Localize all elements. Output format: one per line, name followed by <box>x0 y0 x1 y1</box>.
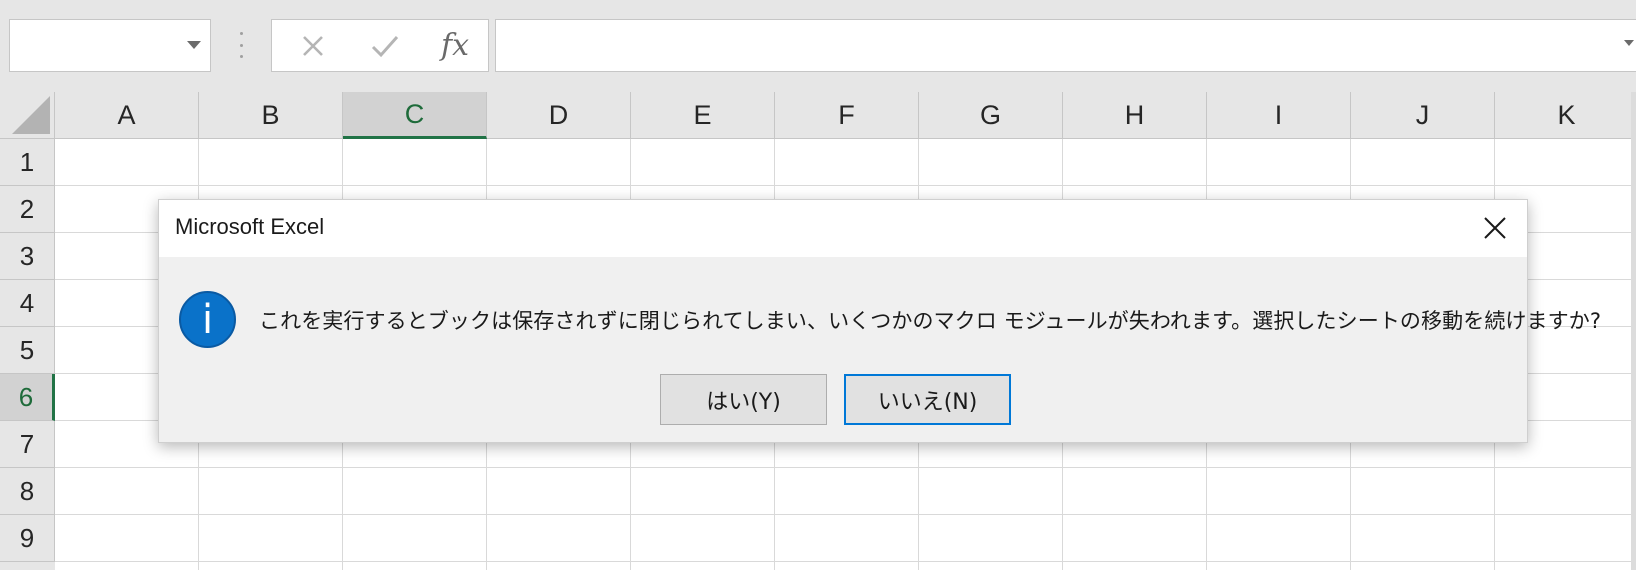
row-header-6[interactable]: 6 <box>0 374 55 421</box>
row-header-4[interactable]: 4 <box>0 280 55 327</box>
column-header-a[interactable]: A <box>55 92 199 139</box>
row-header-1[interactable]: 1 <box>0 139 55 186</box>
vertical-scrollbar-edge[interactable] <box>1631 92 1636 570</box>
row-header-3[interactable]: 3 <box>0 233 55 280</box>
select-all-button[interactable] <box>0 92 55 139</box>
row-header-5[interactable]: 5 <box>0 327 55 374</box>
select-all-triangle-icon <box>12 96 50 134</box>
fx-label: fx <box>440 27 470 63</box>
row-header-7[interactable]: 7 <box>0 421 55 468</box>
row-header-2[interactable]: 2 <box>0 186 55 233</box>
column-header-b[interactable]: B <box>199 92 343 139</box>
column-header-e[interactable]: E <box>631 92 775 139</box>
column-header-j[interactable]: J <box>1351 92 1495 139</box>
dialog-message: これを実行するとブックは保存されずに閉じられてしまい、いくつかのマクロ モジュー… <box>259 309 1602 333</box>
close-icon[interactable] <box>1477 210 1513 246</box>
message-dialog: Microsoft Excel i これを実行するとブックは保存されずに閉じられ… <box>158 199 1601 443</box>
formula-bar: fx <box>0 0 1636 92</box>
expand-formula-bar-icon[interactable] <box>1624 40 1634 46</box>
grip-icon[interactable] <box>238 32 244 58</box>
formula-buttons: fx <box>271 19 489 72</box>
name-box[interactable] <box>9 19 211 72</box>
active-cell[interactable] <box>398 139 543 186</box>
info-icon: i <box>179 291 236 348</box>
column-header-c[interactable]: C <box>343 92 487 139</box>
row-header-8[interactable]: 8 <box>0 468 55 515</box>
chevron-down-icon[interactable] <box>187 41 201 49</box>
excel-window: fx ABCDEFGHIJK 123456789 Microsoft Excel… <box>0 0 1636 570</box>
formula-input[interactable] <box>495 19 1636 72</box>
insert-function-icon[interactable]: fx <box>428 20 482 71</box>
yes-button[interactable]: はい(Y) <box>660 374 827 425</box>
row-header-9[interactable]: 9 <box>0 515 55 562</box>
no-button[interactable]: いいえ(N) <box>844 374 1011 425</box>
column-header-f[interactable]: F <box>775 92 919 139</box>
column-header-k[interactable]: K <box>1495 92 1636 139</box>
column-header-i[interactable]: I <box>1207 92 1351 139</box>
column-header-d[interactable]: D <box>487 92 631 139</box>
cancel-icon[interactable] <box>286 20 340 71</box>
enter-check-icon[interactable] <box>358 20 412 71</box>
column-header-h[interactable]: H <box>1063 92 1207 139</box>
dialog-titlebar: Microsoft Excel <box>159 200 1527 257</box>
dialog-title: Microsoft Excel <box>175 214 325 239</box>
column-header-g[interactable]: G <box>919 92 1063 139</box>
info-icon-glyph: i <box>201 296 214 343</box>
